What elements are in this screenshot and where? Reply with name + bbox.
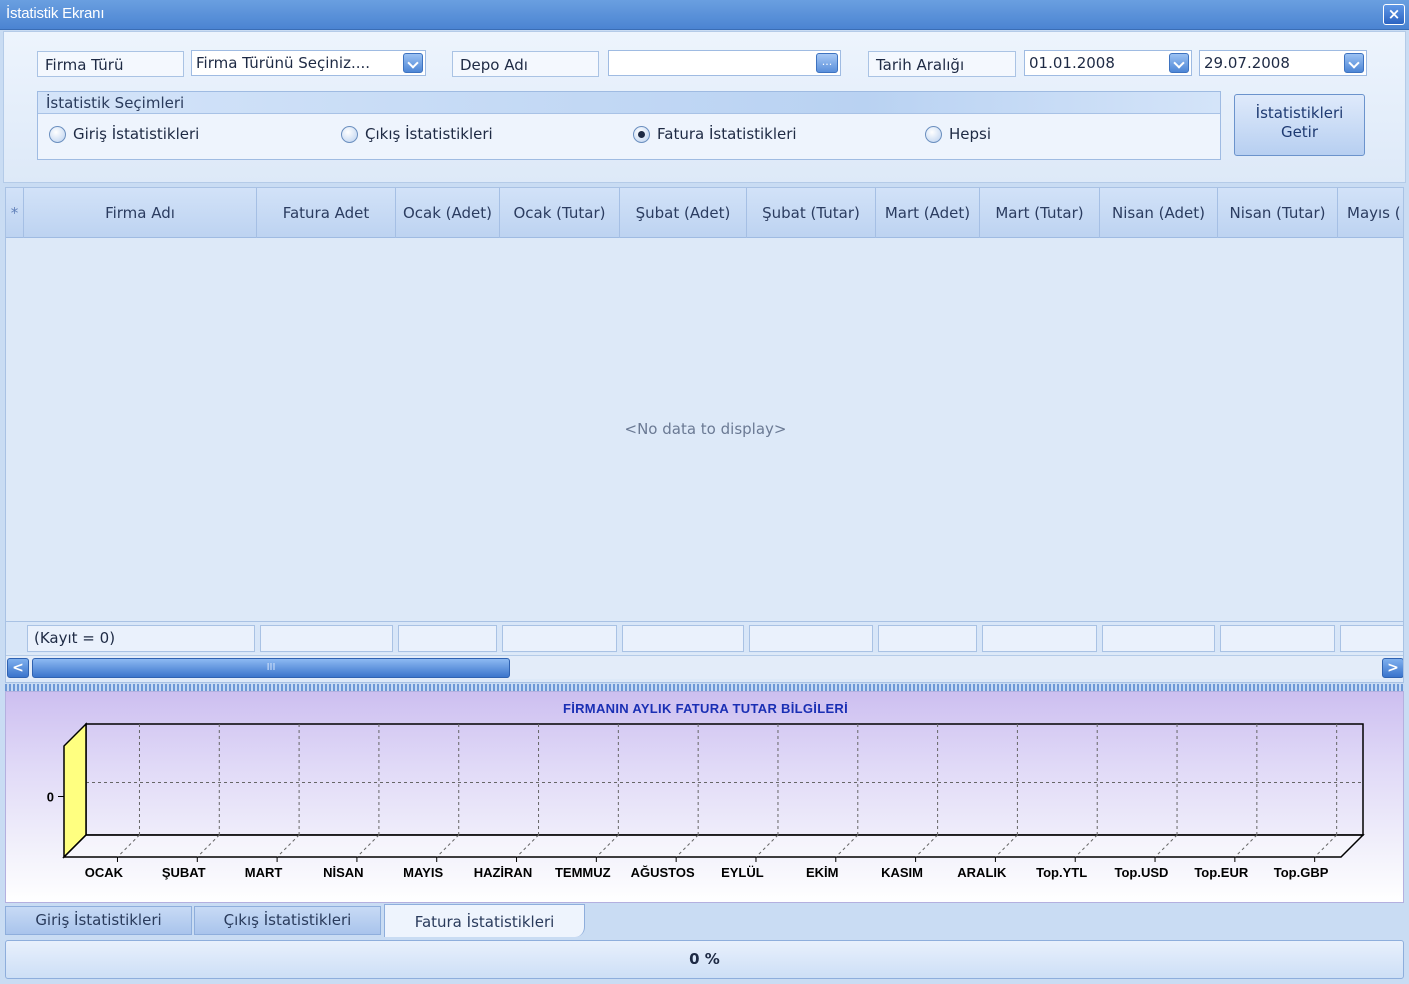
footer-cell (749, 625, 873, 652)
radio-label: Giriş İstatistikleri (73, 125, 200, 143)
column-header[interactable]: Mart (Tutar) (980, 188, 1100, 238)
footer-cell (878, 625, 977, 652)
record-count: (Kayıt = 0) (27, 625, 255, 652)
window-titlebar: İstatistik Ekranı × (0, 0, 1409, 30)
radio-hepsi[interactable]: Hepsi (925, 125, 991, 143)
radio-label: Çıkış İstatistikleri (365, 125, 493, 143)
column-header[interactable]: Şubat (Tutar) (747, 188, 876, 238)
x-tick-label: OCAK (85, 865, 124, 880)
x-tick-label: ARALIK (957, 865, 1007, 880)
statistic-selection-group: İstatistik Seçimleri Giriş İstatistikler… (37, 91, 1221, 160)
date-to-picker[interactable]: 29.07.2008 (1199, 50, 1367, 76)
chart-panel: FİRMANIN AYLIK FATURA TUTAR BİLGİLERİ OC… (5, 691, 1404, 903)
radio-icon[interactable] (341, 125, 358, 143)
radio-label: Fatura İstatistikleri (657, 125, 797, 143)
footer-cell (398, 625, 497, 652)
chevron-down-icon[interactable] (1344, 53, 1364, 73)
x-tick-label: KASIM (881, 865, 923, 880)
y-tick-label: 0 (47, 790, 54, 805)
get-statistics-button[interactable]: İstatistikleri Getir (1234, 94, 1365, 156)
statistic-selection-title: İstatistik Seçimleri (38, 92, 1220, 114)
tab-fatura[interactable]: Fatura İstatistikleri (384, 904, 585, 937)
column-header[interactable]: Firma Adı (24, 188, 257, 238)
grid-header: * Firma Adı Fatura Adet Ocak (Adet) Ocak… (6, 188, 1403, 238)
chevron-down-icon[interactable] (1169, 53, 1189, 73)
radio-icon[interactable] (49, 125, 66, 143)
column-header[interactable]: Fatura Adet (257, 188, 396, 238)
depo-adi-input[interactable]: ... (608, 50, 841, 76)
tab-strip: Giriş İstatistikleri Çıkış İstatistikler… (5, 904, 1404, 937)
footer-cell (622, 625, 744, 652)
chart-side-wall (63, 722, 87, 859)
no-data-message: <No data to display> (624, 420, 787, 438)
radio-icon[interactable] (925, 125, 942, 143)
tarih-araligi-label: Tarih Aralığı (868, 51, 1016, 77)
column-header[interactable]: Mart (Adet) (876, 188, 980, 238)
x-tick-label: NİSAN (323, 865, 363, 880)
radio-label: Hepsi (949, 125, 992, 143)
date-to-value: 29.07.2008 (1204, 54, 1290, 72)
footer-cell (1340, 625, 1403, 652)
window-title: İstatistik Ekranı (6, 5, 105, 22)
x-tick-label: TEMMUZ (555, 865, 611, 880)
x-tick-label: EKİM (806, 865, 839, 880)
column-header[interactable]: Şubat (Adet) (620, 188, 747, 238)
ellipsis-button[interactable]: ... (816, 53, 838, 73)
get-statistics-label-line1: İstatistikleri (1255, 104, 1344, 122)
footer-cell (502, 625, 617, 652)
chart-back-wall (85, 723, 1364, 836)
footer-cell (982, 625, 1097, 652)
close-icon[interactable]: × (1383, 4, 1405, 25)
x-tick-label: MART (245, 865, 283, 880)
get-statistics-label-line2: Getir (1280, 123, 1319, 141)
date-from-picker[interactable]: 01.01.2008 (1024, 50, 1192, 76)
panel-splitter[interactable] (5, 684, 1404, 691)
column-header[interactable]: Mayıs ( (1338, 188, 1403, 238)
progress-bar: 0 % (5, 940, 1404, 979)
column-header[interactable]: Nisan (Tutar) (1218, 188, 1338, 238)
x-tick-label: ŞUBAT (162, 865, 206, 880)
scroll-thumb[interactable]: III (32, 658, 510, 678)
scroll-left-icon[interactable]: < (7, 658, 29, 678)
progress-text: 0 % (689, 950, 720, 968)
x-tick-label: Top.USD (1115, 865, 1169, 880)
new-row-icon: * (6, 188, 24, 238)
x-tick-label: Top.GBP (1274, 865, 1329, 880)
firma-turu-select[interactable]: Firma Türünü Seçiniz.... (191, 50, 426, 76)
date-from-value: 01.01.2008 (1029, 54, 1115, 72)
footer-cell (260, 625, 393, 652)
horizontal-scrollbar[interactable]: < III > (6, 655, 1403, 679)
radio-cikis[interactable]: Çıkış İstatistikleri (341, 125, 493, 143)
footer-cell (1102, 625, 1215, 652)
depo-adi-label: Depo Adı (452, 51, 599, 77)
tab-cikis[interactable]: Çıkış İstatistikleri (194, 906, 381, 935)
x-tick-label: EYLÜL (721, 865, 764, 880)
x-tick-label: AĞUSTOS (631, 865, 695, 880)
footer-cell (1220, 625, 1335, 652)
scroll-right-icon[interactable]: > (1382, 658, 1403, 678)
chart-floor (62, 834, 1365, 858)
x-tick-label: HAZİRAN (474, 865, 533, 880)
statistics-grid[interactable]: * Firma Adı Fatura Adet Ocak (Adet) Ocak… (5, 187, 1404, 683)
chevron-down-icon[interactable] (403, 53, 423, 73)
x-tick-label: Top.YTL (1036, 865, 1087, 880)
column-header[interactable]: Ocak (Tutar) (500, 188, 620, 238)
radio-fatura[interactable]: Fatura İstatistikleri (633, 125, 797, 143)
column-header[interactable]: Ocak (Adet) (396, 188, 500, 238)
radio-giris[interactable]: Giriş İstatistikleri (49, 125, 199, 143)
firma-turu-label: Firma Türü (37, 51, 184, 77)
firma-turu-value: Firma Türünü Seçiniz.... (196, 54, 371, 72)
grid-footer: (Kayıt = 0) (6, 621, 1403, 653)
bar-chart: OCAK ŞUBAT MART NİSAN MAYIS HAZİRAN TEMMUZ AĞUS… (47, 722, 1365, 880)
x-tick-label: Top.EUR (1194, 865, 1249, 880)
tab-giris[interactable]: Giriş İstatistikleri (5, 906, 192, 935)
column-header[interactable]: Nisan (Adet) (1100, 188, 1218, 238)
radio-checked-icon[interactable] (633, 125, 650, 143)
x-tick-label: MAYIS (403, 865, 443, 880)
